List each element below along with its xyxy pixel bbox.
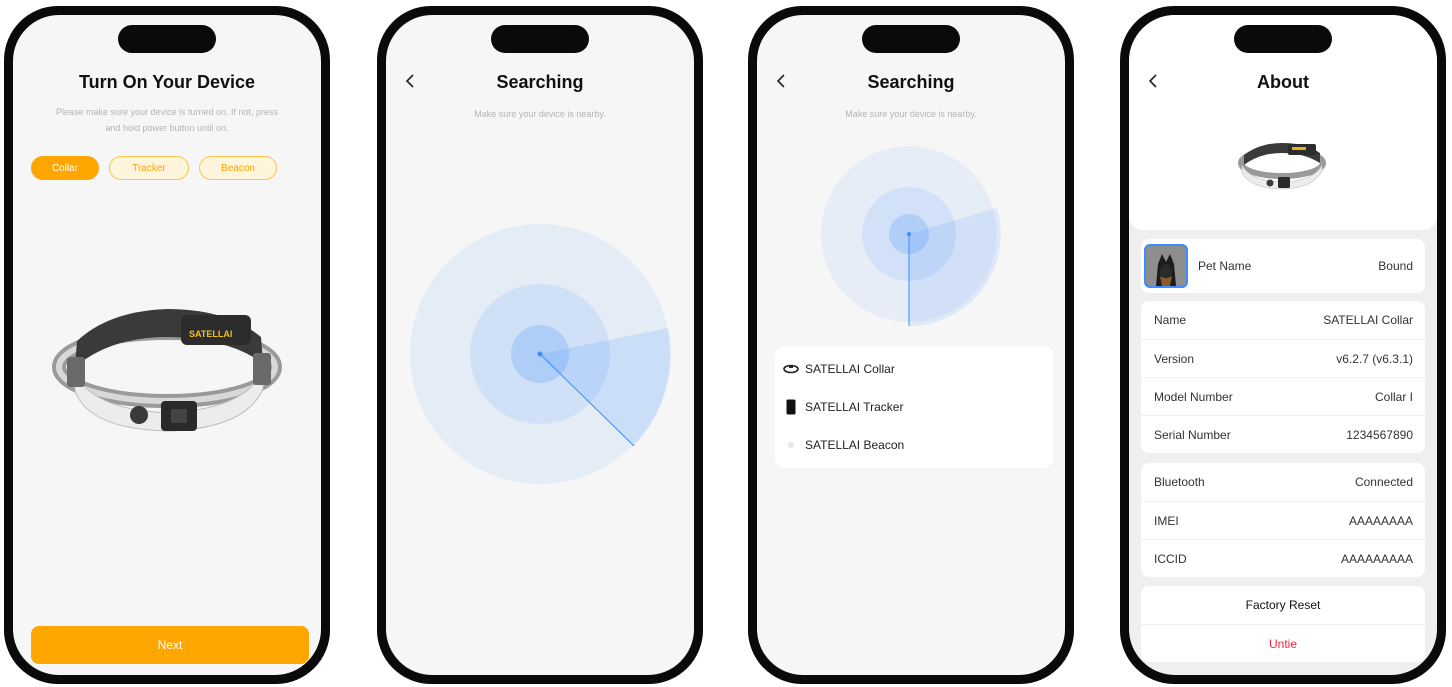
info-value: Connected [1354, 475, 1413, 489]
dynamic-island [491, 25, 589, 53]
radar-scan-animation [410, 224, 671, 484]
beacon-icon [783, 441, 799, 449]
pet-card[interactable]: Pet Name Bound [1141, 239, 1425, 293]
pet-avatar [1144, 244, 1188, 288]
screen-searching: Searching Make sure your device is nearb… [386, 15, 694, 675]
collar-brand-label: SATELLAI [189, 329, 232, 339]
info-row-name: Name SATELLAI Collar [1141, 301, 1425, 339]
screen-searching-results: Searching Make sure your device is nearb… [757, 15, 1065, 675]
instruction-line-2: and hold power button until on. [105, 123, 229, 133]
dynamic-island [862, 25, 960, 53]
radar-scan-animation [821, 146, 1001, 326]
collar-icon [783, 364, 799, 374]
pet-name-label: Pet Name [1198, 259, 1252, 273]
chip-tracker[interactable]: Tracker [109, 156, 189, 180]
info-value: Collar I [1374, 389, 1413, 404]
info-value: AAAAAAAA [1348, 513, 1413, 528]
info-label: ICCID [1154, 551, 1187, 566]
device-item-collar[interactable]: SATELLAI Collar [775, 350, 1053, 388]
device-item-tracker[interactable]: SATELLAI Tracker [775, 388, 1053, 426]
info-row-bluetooth: Bluetooth Connected [1141, 463, 1425, 501]
phone-frame-searching: Searching Make sure your device is nearb… [377, 6, 703, 684]
page-title: Turn On Your Device [78, 72, 256, 92]
page-title: Searching [867, 72, 955, 92]
phone-frame-turn-on: Turn On Your Device Please make sure you… [4, 6, 330, 684]
dynamic-island [118, 25, 216, 53]
info-label: IMEI [1154, 513, 1179, 528]
info-row-version: Version v6.2.7 (v6.3.1) [1141, 339, 1425, 377]
found-devices-list: SATELLAI Collar SATELLAI Tracker SATELLA… [775, 346, 1053, 468]
phone-frame-about: About Pet Name Bound Name SATELLAI Colla… [1120, 6, 1446, 684]
pet-name-row[interactable]: Pet Name Bound [1141, 239, 1425, 293]
actions-card: Factory Reset Untie [1141, 586, 1425, 662]
page-title: About [1257, 72, 1309, 92]
device-label: SATELLAI Beacon [805, 438, 905, 452]
connection-info-card: Bluetooth Connected IMEI AAAAAAAA ICCID … [1141, 463, 1425, 577]
info-value: AAAAAAAAA [1340, 551, 1413, 566]
device-info-card: Name SATELLAI Collar Version v6.2.7 (v6.… [1141, 301, 1425, 453]
collar-thumbnail [1238, 143, 1326, 190]
factory-reset-button[interactable]: Factory Reset [1141, 586, 1425, 624]
info-label: Bluetooth [1154, 475, 1205, 489]
info-label: Version [1154, 351, 1195, 366]
pet-name-value: Bound [1378, 259, 1413, 273]
phone-frame-searching-results: Searching Make sure your device is nearb… [748, 6, 1074, 684]
info-label: Serial Number [1154, 427, 1231, 442]
nearby-hint: Make sure your device is nearby. [845, 109, 977, 119]
info-label: Model Number [1154, 389, 1233, 404]
device-label: SATELLAI Tracker [805, 400, 904, 414]
untie-button[interactable]: Untie [1141, 624, 1425, 662]
instruction-line-1: Please make sure your device is turned o… [55, 107, 279, 117]
info-row-imei: IMEI AAAAAAAA [1141, 501, 1425, 539]
chip-collar[interactable]: Collar [31, 156, 99, 180]
info-value: v6.2.7 (v6.3.1) [1336, 351, 1413, 366]
info-value: 1234567890 [1346, 427, 1413, 442]
screen-turn-on-device: Turn On Your Device Please make sure you… [13, 15, 321, 675]
info-row-model-number: Model Number Collar I [1141, 377, 1425, 415]
info-value: SATELLAI Collar [1323, 313, 1413, 327]
device-type-selector: Collar Tracker Beacon [31, 156, 277, 180]
info-row-iccid: ICCID AAAAAAAAA [1141, 539, 1425, 577]
info-row-serial-number: Serial Number 1234567890 [1141, 415, 1425, 453]
screen-about: About Pet Name Bound Name SATELLAI Colla… [1129, 15, 1437, 675]
info-label: Name [1154, 313, 1187, 327]
dynamic-island [1234, 25, 1332, 53]
next-button[interactable]: Next [31, 626, 309, 664]
instruction-text: Please make sure your device is turned o… [33, 104, 301, 136]
nearby-hint: Make sure your device is nearby. [474, 109, 606, 119]
tracker-icon [783, 399, 799, 415]
chip-beacon[interactable]: Beacon [199, 156, 277, 180]
collar-product-image: SATELLAI [52, 309, 282, 432]
page-title: Searching [496, 72, 584, 92]
device-item-beacon[interactable]: SATELLAI Beacon [775, 426, 1053, 464]
device-label: SATELLAI Collar [805, 362, 895, 376]
